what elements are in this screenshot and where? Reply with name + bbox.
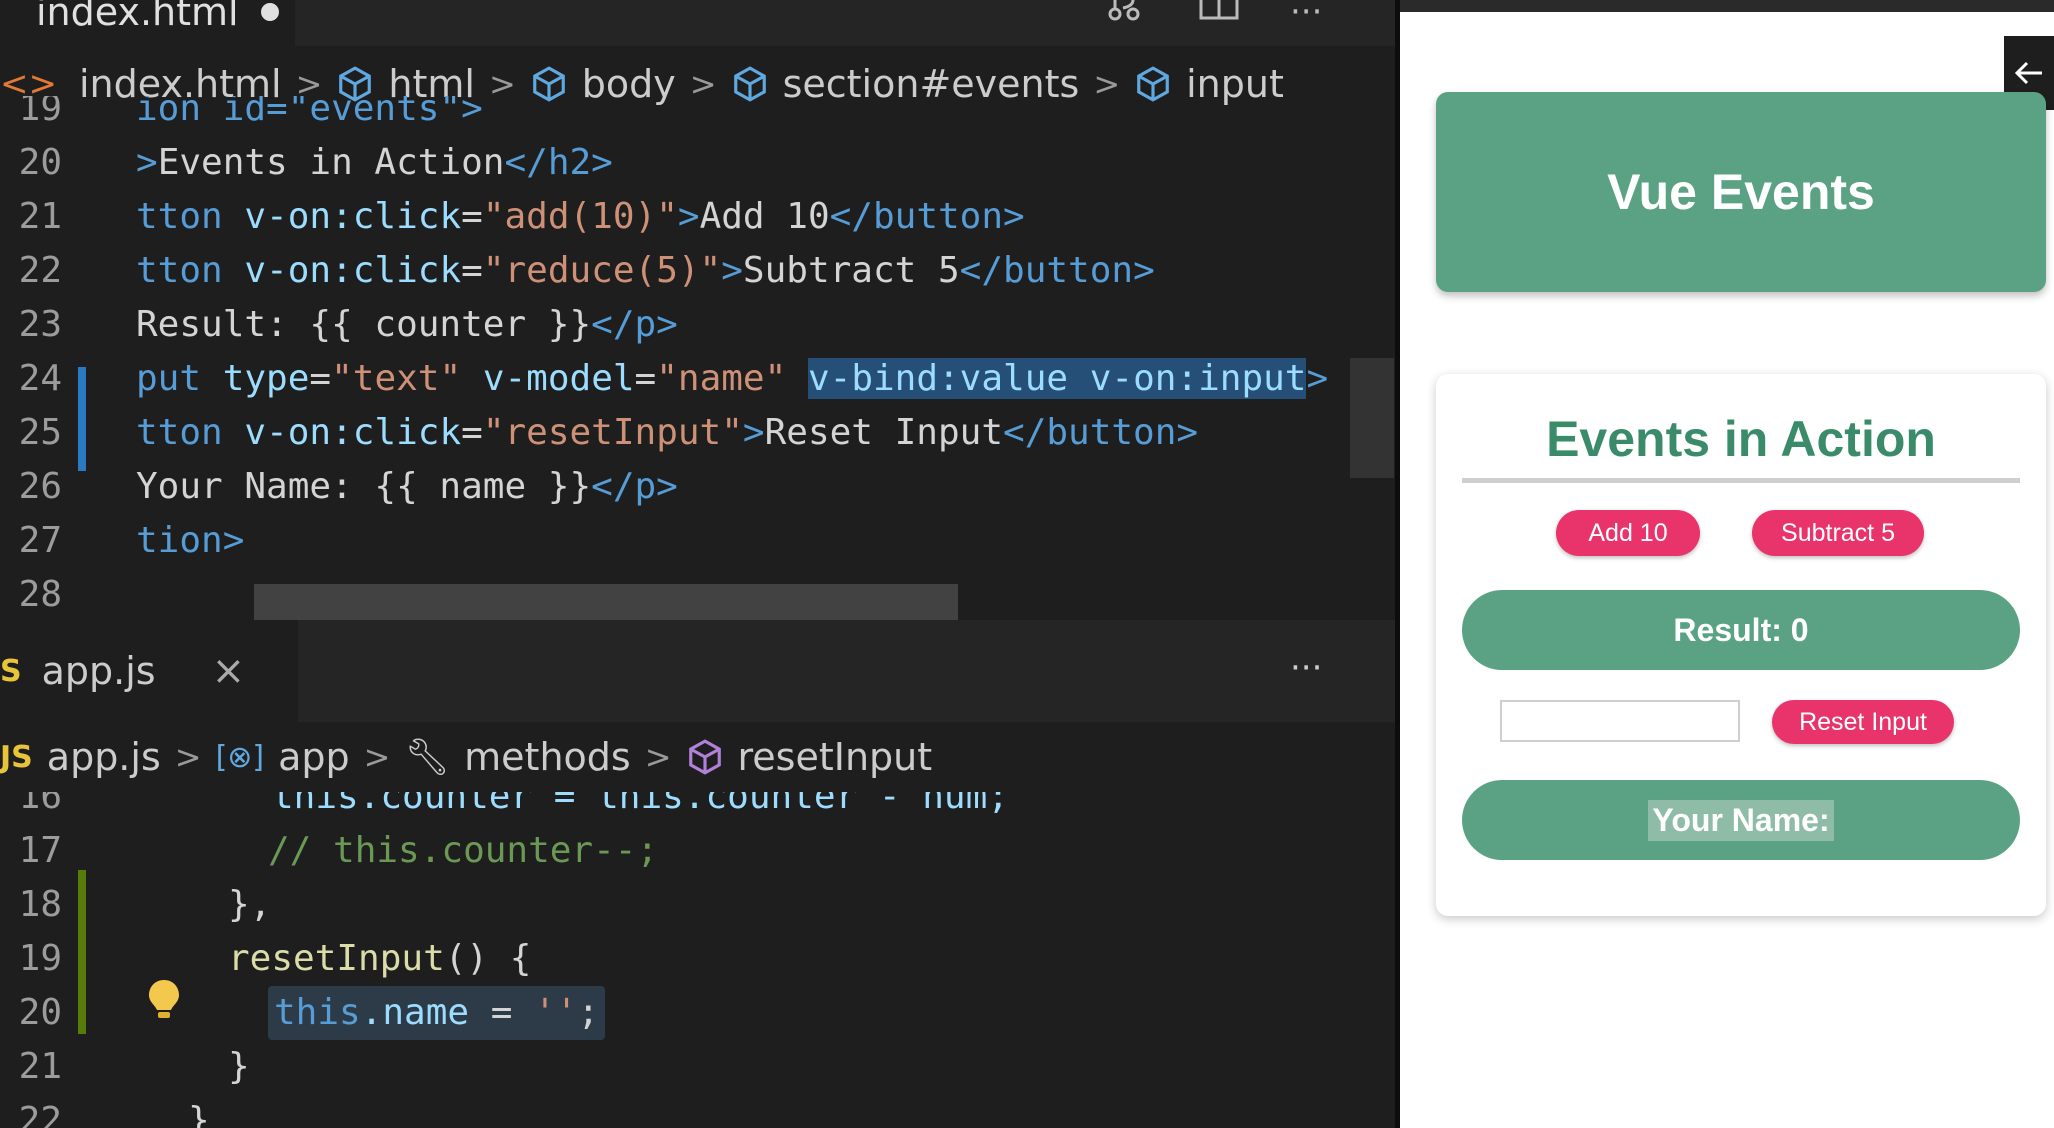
code-text: },	[228, 884, 272, 925]
code-line[interactable]: 24 put type="text" v-model="name" v-bind:…	[0, 352, 1395, 406]
horizontal-scrollbar[interactable]	[254, 584, 958, 620]
lightbulb-icon[interactable]	[146, 978, 182, 1026]
browser-preview: Vue Events Events in Action Add 10 Subtr…	[1400, 0, 2054, 1128]
line-number: 25	[18, 412, 62, 453]
tab-app-js[interactable]: S app.js ×	[0, 620, 298, 722]
code-text: put type="text" v-model="name" v-bind:va…	[136, 358, 1329, 399]
more-actions-icon[interactable]: ···	[1290, 0, 1322, 32]
code-line[interactable]: 27 tion>	[0, 514, 1395, 568]
browser-top-strip	[1400, 0, 2054, 12]
editor-tab-bar: index.html ···	[0, 0, 1395, 46]
unsaved-dot-icon	[260, 3, 279, 21]
tab-label: app.js	[41, 649, 156, 693]
code-line[interactable]: 21 tton v-on:click="add(10)">Add 10</butt…	[0, 190, 1395, 244]
tab-index-html[interactable]: index.html	[0, 0, 295, 46]
card-title: Events in Action	[1546, 411, 1936, 467]
method-cube-icon	[688, 739, 721, 775]
wrench-icon: 🔧︎	[404, 737, 451, 778]
split-editor-icon[interactable]	[1198, 0, 1240, 26]
js-more-actions-icon[interactable]: ···	[1290, 648, 1322, 688]
code-text: // this.counter--;	[268, 830, 659, 871]
your-name-text: Your Name:	[1648, 799, 1834, 841]
code-line[interactable]: 26 Your Name: {{ name }}</p>	[0, 460, 1395, 514]
minimap-scroll-indicator[interactable]	[1350, 358, 1394, 478]
code-editor: index.html ··· <> index.html > html > bo…	[0, 0, 1395, 1128]
code-line[interactable]: 22 tton v-on:click="reduce(5)">Subtract 5…	[0, 244, 1395, 298]
line-number: 16	[18, 792, 62, 817]
js-file-icon: S	[0, 653, 22, 689]
line-number: 21	[18, 1046, 62, 1087]
code-line[interactable]: 20 >Events in Action</h2>	[0, 136, 1395, 190]
code-text: resetInput() {	[228, 938, 532, 979]
chevron-right-icon: >	[174, 738, 202, 776]
close-tab-icon[interactable]: ×	[212, 648, 246, 694]
breadcrumb-js: JS app.js > [⊗] app > 🔧︎ methods > reset…	[0, 722, 1395, 792]
your-name-display: Your Name:	[1462, 780, 2020, 860]
reset-input-button[interactable]: Reset Input	[1772, 700, 1954, 744]
line-number: 18	[18, 884, 62, 925]
name-input[interactable]	[1500, 700, 1740, 742]
code-text: this.name = '';	[268, 986, 606, 1040]
code-line[interactable]: 19 resetInput() {	[0, 932, 1395, 986]
chevron-right-icon: >	[644, 738, 672, 776]
code-text: ion id="events">	[136, 96, 483, 129]
tab-label: index.html	[36, 0, 239, 34]
arrow-left-icon	[2014, 61, 2042, 85]
code-line[interactable]: 21}	[0, 1040, 1395, 1094]
line-number: 22	[18, 250, 62, 291]
chevron-right-icon: >	[363, 738, 391, 776]
code-line[interactable]: 17 // this.counter--;	[0, 824, 1395, 878]
line-number: 26	[18, 466, 62, 507]
line-number: 20	[18, 992, 62, 1033]
app-header: Vue Events	[1436, 92, 2046, 292]
code-line[interactable]: 18},	[0, 878, 1395, 932]
added-lines-gutter	[78, 870, 86, 1034]
code-text: tton v-on:click="resetInput">Reset Input…	[136, 412, 1199, 453]
line-number: 19	[18, 938, 62, 979]
line-number: 28	[18, 574, 62, 615]
html-code-area[interactable]: 19 ion id="events"> 20 >Events in Action</h…	[0, 96, 1395, 620]
code-line[interactable]: 19 ion id="events">	[0, 96, 1395, 136]
code-text: tton v-on:click="add(10)">Add 10</button…	[136, 196, 1025, 237]
code-text: tion>	[136, 520, 245, 561]
js-editor-tab-bar: S app.js × ···	[0, 620, 1395, 722]
line-number: 23	[18, 304, 62, 345]
code-text: Your Name: {{ name }}</p>	[136, 466, 678, 507]
code-text: Result: {{ counter }}</p>	[136, 304, 678, 345]
source-control-icon[interactable]	[1105, 0, 1143, 30]
code-line[interactable]: 20 this.name = '';	[0, 986, 1395, 1040]
breadcrumb-item[interactable]: resetInput	[738, 735, 933, 779]
breadcrumb-item[interactable]: app.js	[47, 735, 161, 779]
code-line[interactable]: 23 Result: {{ counter }}</p>	[0, 298, 1395, 352]
line-number: 17	[18, 830, 62, 871]
code-text: >Events in Action</h2>	[136, 142, 613, 183]
line-number: 24	[18, 358, 62, 399]
code-line[interactable]: 22}	[0, 1094, 1395, 1128]
code-line[interactable]: 16 this.counter = this.counter - num;	[0, 792, 1395, 824]
result-display: Result: 0	[1462, 590, 2020, 670]
title-divider	[1462, 478, 2020, 483]
line-number: 20	[18, 142, 62, 183]
line-number: 21	[18, 196, 62, 237]
code-text: }	[188, 1100, 210, 1128]
variable-icon: [⊗]	[215, 739, 265, 775]
events-card: Events in Action Add 10 Subtract 5 Resul…	[1436, 374, 2046, 916]
modified-lines-gutter	[78, 367, 86, 471]
line-number: 19	[18, 96, 62, 129]
code-text: this.counter = this.counter - num;	[272, 792, 1009, 817]
code-text: tton v-on:click="reduce(5)">Subtract 5</…	[136, 250, 1155, 291]
code-line[interactable]: 25 tton v-on:click="resetInput">Reset Inp…	[0, 406, 1395, 460]
breadcrumb-item[interactable]: methods	[464, 735, 631, 779]
js-code-area[interactable]: 16 this.counter = this.counter - num; 17 //…	[0, 792, 1395, 1128]
line-number: 22	[18, 1100, 62, 1128]
code-text: }	[228, 1046, 250, 1087]
line-number: 27	[18, 520, 62, 561]
subtract-5-button[interactable]: Subtract 5	[1752, 510, 1924, 556]
breadcrumb-item[interactable]: app	[278, 735, 350, 779]
add-10-button[interactable]: Add 10	[1556, 510, 1700, 556]
js-file-icon: JS	[0, 739, 33, 775]
